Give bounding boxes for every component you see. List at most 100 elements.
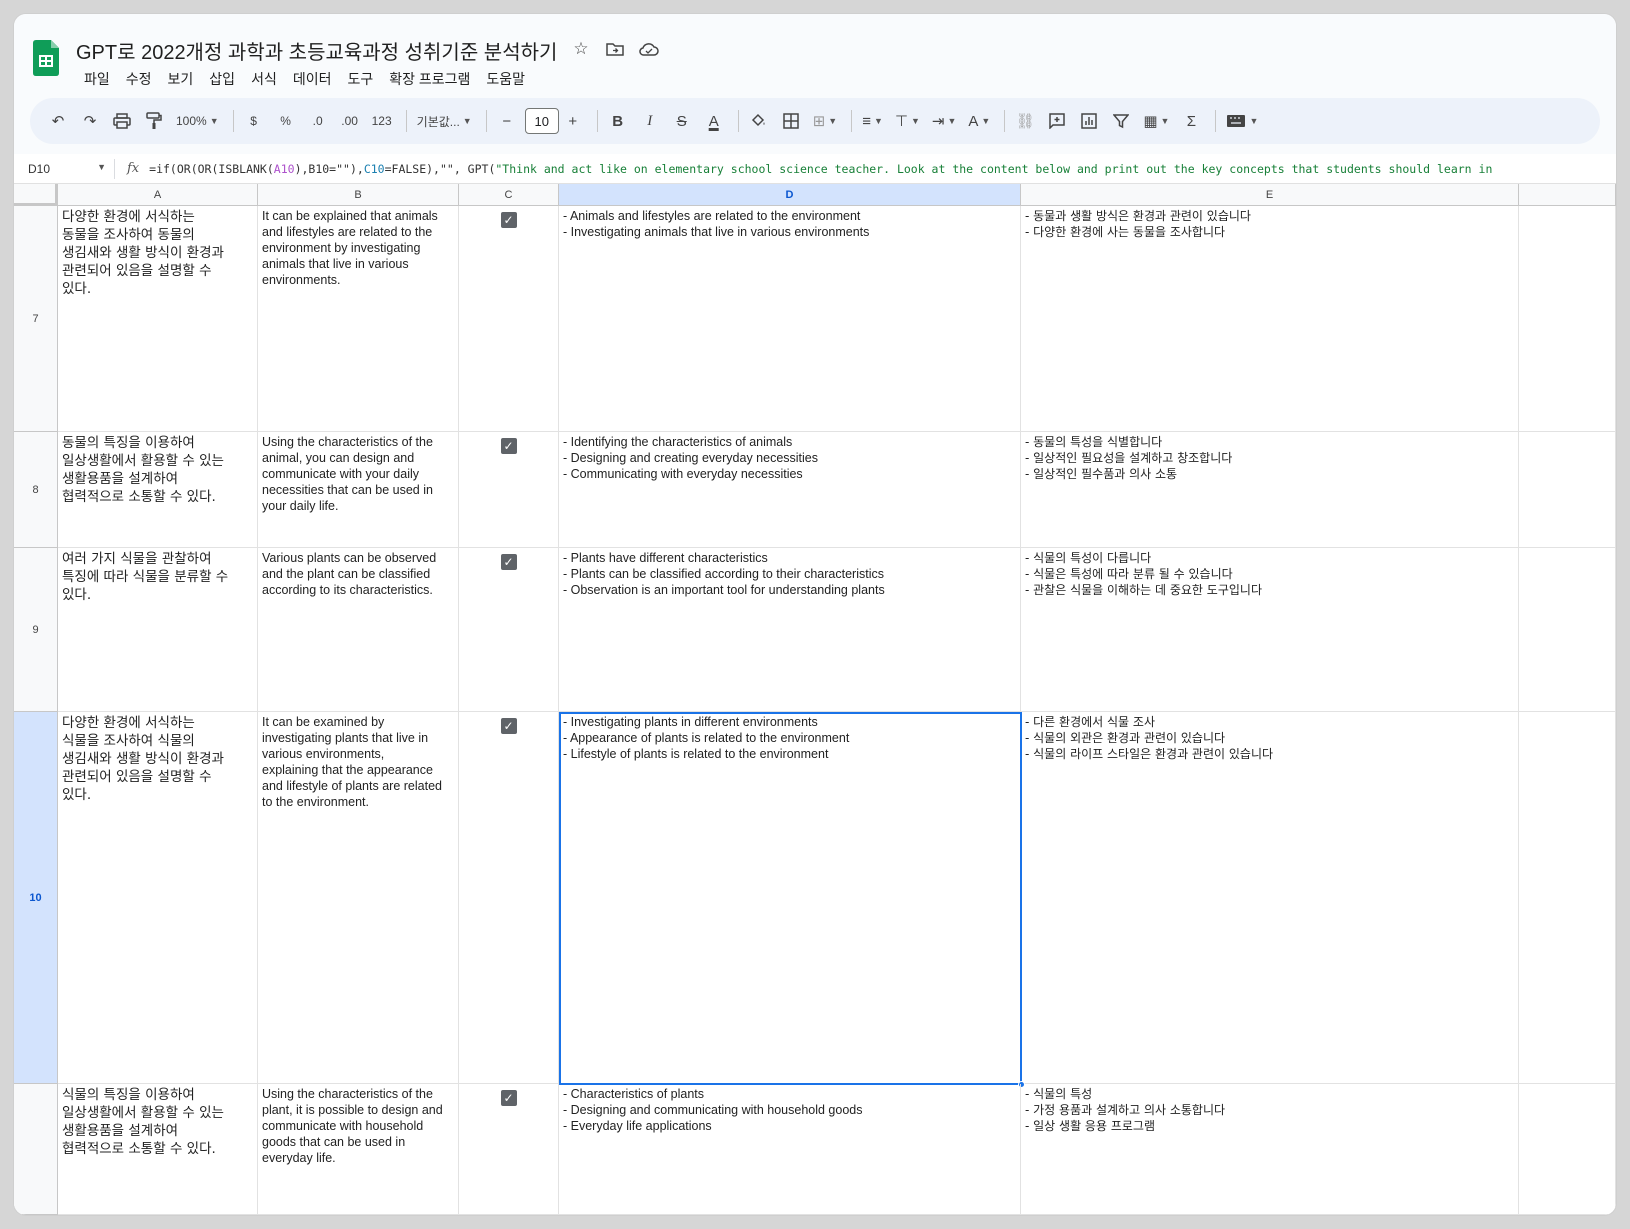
column-header-extra[interactable]	[1519, 184, 1616, 206]
cell-empty[interactable]	[1519, 712, 1616, 1084]
redo-icon[interactable]: ↷	[76, 107, 104, 135]
print-icon[interactable]	[108, 107, 136, 135]
functions-button[interactable]: Σ	[1177, 107, 1205, 135]
cell-d-row[interactable]: - Plants have different characteristics -…	[559, 548, 1021, 712]
cell-e-row[interactable]: - 식물의 특성 - 가정 용품과 설계하고 의사 소통합니다 - 일상 생활 응용…	[1021, 1084, 1519, 1215]
cell-e-row[interactable]: - 동물의 특성을 식별합니다 - 일상적인 필요성을 설계하고 창조합니다 - 일…	[1021, 432, 1519, 548]
cell-empty[interactable]	[1519, 432, 1616, 548]
italic-button[interactable]: I	[636, 107, 664, 135]
cell-c-row[interactable]: ✓	[459, 432, 559, 548]
menu-view[interactable]: 보기	[160, 65, 202, 93]
column-header-b[interactable]: B	[258, 184, 459, 206]
row-header[interactable]: 10	[14, 712, 58, 1084]
cell-a-row[interactable]: 다양한 환경에 서식하는 식물을 조사하여 식물의 생김새와 생활 방식이 환경과 관…	[58, 712, 258, 1084]
text-wrapping-icon[interactable]: ⇥ ▼	[928, 107, 961, 135]
row-header[interactable]: 9	[14, 548, 58, 712]
row-header[interactable]: 7	[14, 206, 58, 432]
increase-font-size-icon[interactable]: +	[559, 107, 587, 135]
text-rotation-icon[interactable]: A ▼	[964, 107, 994, 135]
bold-button[interactable]: B	[604, 107, 632, 135]
percent-format-button[interactable]: %	[272, 107, 300, 135]
cell-c-row[interactable]: ✓	[459, 548, 559, 712]
cell-d-row[interactable]: - Investigating plants in different envi…	[559, 712, 1021, 1084]
move-folder-icon[interactable]	[604, 38, 626, 60]
menu-format[interactable]: 서식	[243, 65, 285, 93]
cell-text-line: - Designing and creating everyday necess…	[563, 451, 818, 465]
cell-empty[interactable]	[1519, 206, 1616, 432]
column-header-e[interactable]: E	[1021, 184, 1519, 206]
text-color-button[interactable]: A	[700, 107, 728, 135]
formula-input[interactable]: =if(OR(OR(ISBLANK(A10),B10=""),C10=FALSE…	[149, 162, 1492, 176]
cell-e-row[interactable]: - 식물의 특성이 다릅니다 - 식물은 특성에 따라 분류 될 수 있습니다 - …	[1021, 548, 1519, 712]
cell-c-row[interactable]: ✓	[459, 1084, 559, 1215]
cell-empty[interactable]	[1519, 548, 1616, 712]
checkbox-checked-icon[interactable]: ✓	[500, 1090, 517, 1106]
column-header-c[interactable]: C	[459, 184, 559, 206]
input-tools-icon[interactable]: ▼	[1222, 107, 1262, 135]
cell-d-row[interactable]: - Identifying the characteristics of ani…	[559, 432, 1021, 548]
cell-a-row[interactable]: 식물의 특징을 이용하여 일상생활에서 활용할 수 있는 생활용품을 설계하여 협력적…	[58, 1084, 258, 1215]
star-icon[interactable]: ☆	[570, 38, 592, 60]
cell-e-row[interactable]: - 동물과 생활 방식은 환경과 관련이 있습니다 - 다양한 환경에 사는 동물…	[1021, 206, 1519, 432]
insert-chart-icon[interactable]	[1075, 107, 1103, 135]
cell-text-line: It can be examined by	[262, 715, 385, 729]
column-header-a[interactable]: A	[58, 184, 258, 206]
paint-format-icon[interactable]	[140, 107, 168, 135]
increase-decimal-button[interactable]: .00	[336, 107, 364, 135]
cell-a-row[interactable]: 다양한 환경에 서식하는 동물을 조사하여 동물의 생김새와 생활 방식이 환경과 관…	[58, 206, 258, 432]
cell-text-line: investigating plants that live in	[262, 731, 429, 745]
strikethrough-button[interactable]: S	[668, 107, 696, 135]
menu-help[interactable]: 도움말	[478, 65, 533, 93]
checkbox-checked-icon[interactable]: ✓	[500, 212, 517, 228]
checkbox-checked-icon[interactable]: ✓	[500, 438, 517, 454]
cell-b-row[interactable]: It can be explained that animals and life…	[258, 206, 459, 432]
row-header[interactable]: 8	[14, 432, 58, 548]
font-select[interactable]: 기본값... ▼	[413, 107, 476, 135]
borders-icon[interactable]	[777, 107, 805, 135]
cell-c-row[interactable]: ✓	[459, 712, 559, 1084]
decrease-font-size-icon[interactable]: −	[493, 107, 521, 135]
cell-d-row[interactable]: - Characteristics of plants - Designing a…	[559, 1084, 1021, 1215]
menu-edit[interactable]: 수정	[118, 65, 160, 93]
cell-a-row[interactable]: 여러 가지 식물을 관찰하여 특징에 따라 식물을 분류할 수 있다.	[58, 548, 258, 712]
insert-comment-icon[interactable]	[1043, 107, 1071, 135]
insert-link-icon[interactable]: ⛓	[1011, 107, 1039, 135]
merge-cells-icon[interactable]: ⊞ ▼	[809, 107, 842, 135]
cell-b-row[interactable]: It can be examined by investigating plant…	[258, 712, 459, 1084]
filter-icon[interactable]	[1107, 107, 1135, 135]
cell-a-row[interactable]: 동물의 특징을 이용하여 일상생활에서 활용할 수 있는 생활용품을 설계하여 협력적…	[58, 432, 258, 548]
column-header-d[interactable]: D	[559, 184, 1021, 206]
menu-tools[interactable]: 도구	[339, 65, 381, 93]
cell-b-row[interactable]: Using the characteristics of the plant, i…	[258, 1084, 459, 1215]
menu-data[interactable]: 데이터	[285, 65, 340, 93]
menu-insert[interactable]: 삽입	[201, 65, 243, 93]
more-formats-button[interactable]: 123	[368, 107, 396, 135]
select-all-corner[interactable]	[14, 184, 58, 206]
font-size-input[interactable]: 10	[524, 108, 559, 134]
cell-text-line: - Appearance of plants is related to the…	[563, 731, 850, 745]
row-header[interactable]	[14, 1084, 58, 1215]
menu-file[interactable]: 파일	[76, 65, 118, 93]
sheets-logo-icon[interactable]	[33, 40, 59, 76]
document-title[interactable]: GPT로 2022개정 과학과 초등교육과정 성취기준 분석하기	[76, 36, 557, 65]
checkbox-checked-icon[interactable]: ✓	[500, 554, 517, 570]
vertical-align-icon[interactable]: ⊤ ▼	[891, 107, 924, 135]
name-box[interactable]: D10 ▼	[14, 162, 114, 176]
menu-extensions[interactable]: 확장 프로그램	[381, 65, 478, 93]
fill-color-icon[interactable]	[745, 107, 773, 135]
undo-icon[interactable]: ↶	[44, 107, 72, 135]
cell-empty[interactable]	[1519, 1084, 1616, 1215]
cell-b-row[interactable]: Using the characteristics of the animal, …	[258, 432, 459, 548]
horizontal-align-icon[interactable]: ≡ ▼	[858, 107, 887, 135]
cell-e-row[interactable]: - 다른 환경에서 식물 조사 - 식물의 외관은 환경과 관련이 있습니다 - 식…	[1021, 712, 1519, 1084]
checkbox-checked-icon[interactable]: ✓	[500, 718, 517, 734]
zoom-select[interactable]: 100% ▼	[172, 107, 223, 135]
cell-c-row[interactable]: ✓	[459, 206, 559, 432]
cell-b-row[interactable]: Various plants can be observed and the pl…	[258, 548, 459, 712]
cell-d-row[interactable]: - Animals and lifestyles are related to …	[559, 206, 1021, 432]
currency-format-button[interactable]: $	[240, 107, 268, 135]
cell-text-line: animal, you can design and	[262, 451, 415, 465]
cloud-status-icon[interactable]	[638, 38, 660, 60]
decrease-decimal-button[interactable]: .0	[304, 107, 332, 135]
filter-views-icon[interactable]: ▦ ▼	[1139, 107, 1173, 135]
